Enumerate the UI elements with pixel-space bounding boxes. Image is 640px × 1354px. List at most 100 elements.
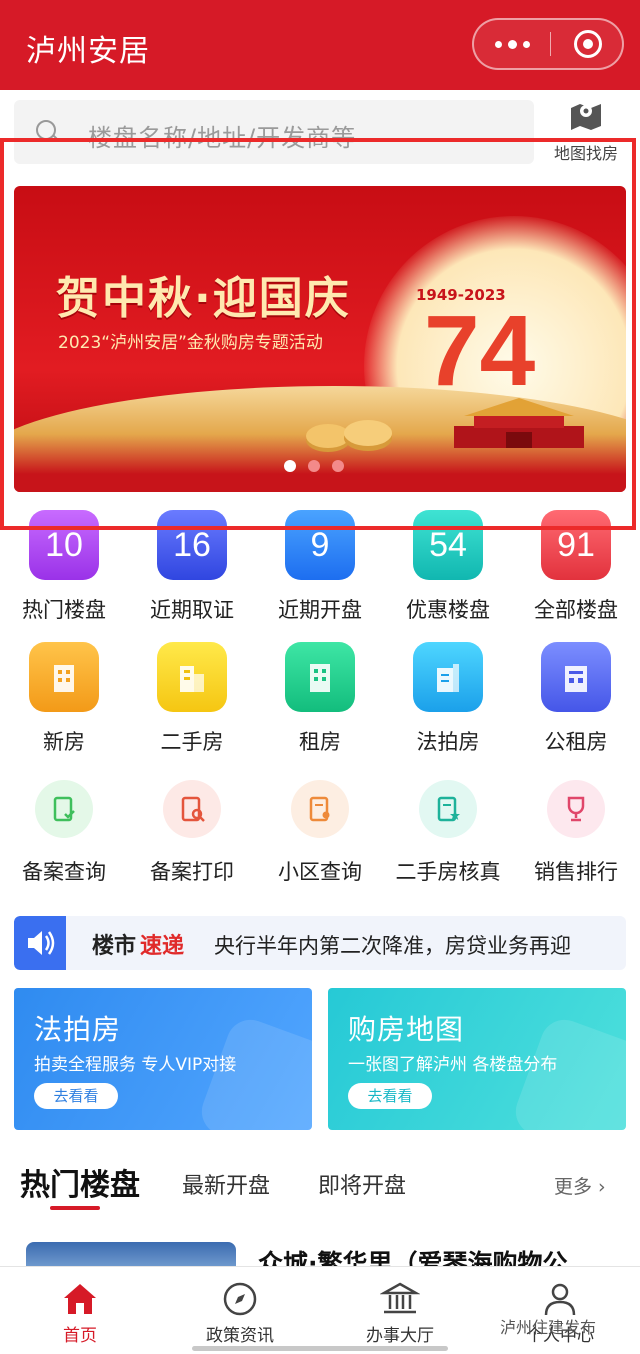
- tool-community-query[interactable]: 小区查询: [256, 780, 384, 886]
- active-tab-indicator: [50, 1206, 100, 1210]
- service-rent[interactable]: 租房: [256, 642, 384, 756]
- map-pin-icon: [571, 104, 601, 130]
- service-label: 公租房: [544, 730, 608, 754]
- home-indicator: [192, 1346, 448, 1351]
- map-search-button[interactable]: 地图找房: [548, 100, 624, 163]
- tab-upcoming[interactable]: 即将开盘: [318, 1168, 406, 1200]
- stat-label: 近期取证: [150, 598, 234, 622]
- nav-home[interactable]: 首页: [0, 1267, 160, 1354]
- compass-icon: [223, 1282, 257, 1316]
- stat-count: 16: [157, 510, 227, 580]
- promo-banner[interactable]: 贺中秋·迎国庆 2023“泸州安居”金秋购房专题活动 1949-2023 74: [14, 186, 626, 492]
- card-title: 法拍房: [34, 1013, 122, 1046]
- tool-sales-rank[interactable]: 销售排行: [512, 780, 640, 886]
- stat-hot-listings[interactable]: 10 热门楼盘: [0, 510, 128, 624]
- services-row: 新房 二手房 租房 法拍房 公租房: [0, 642, 640, 756]
- dot-icon: [494, 40, 502, 48]
- dot-icon: [522, 40, 530, 48]
- banner-title: 贺中秋·迎国庆: [56, 273, 351, 324]
- home-icon: [64, 1284, 96, 1314]
- more-link[interactable]: 更多 ›: [554, 1172, 606, 1199]
- hall-icon: [380, 1282, 420, 1314]
- verify-icon: [419, 780, 477, 838]
- news-ticker[interactable]: 楼市 速递 央行半年内第二次降准，房贷业务再迎: [14, 916, 626, 970]
- card-subtitle: 拍卖全程服务 专人VIP对接: [34, 1055, 237, 1075]
- stat-count: 91: [541, 510, 611, 580]
- service-label: 法拍房: [416, 730, 480, 754]
- banner-subtitle: 2023“泸州安居”金秋购房专题活动: [58, 333, 323, 353]
- tab-hot-listings[interactable]: 热门楼盘: [20, 1160, 140, 1204]
- tool-label: 备案打印: [150, 860, 234, 884]
- dot-icon: [507, 39, 517, 49]
- record-query-icon: [35, 780, 93, 838]
- more-options-button[interactable]: [474, 20, 550, 68]
- carousel-indicator: [284, 460, 344, 472]
- auction-card[interactable]: 法拍房 拍卖全程服务 专人VIP对接 去看看: [14, 988, 312, 1130]
- trophy-icon: [547, 780, 605, 838]
- mini-program-capsule: [472, 18, 624, 70]
- tool-record-query[interactable]: 备案查询: [0, 780, 128, 886]
- stat-all-listings[interactable]: 91 全部楼盘: [512, 510, 640, 624]
- public-housing-icon: [541, 642, 611, 712]
- news-headline[interactable]: 央行半年内第二次降准，房贷业务再迎: [214, 930, 571, 960]
- tool-verify[interactable]: 二手房核真: [384, 780, 512, 886]
- tab-new-openings[interactable]: 最新开盘: [182, 1168, 270, 1200]
- search-bar[interactable]: 楼盘名称/地址/开发商等: [14, 100, 534, 164]
- app-title: 泸州安居: [26, 34, 150, 69]
- close-mini-program-icon[interactable]: [574, 30, 602, 58]
- carousel-dot[interactable]: [308, 460, 320, 472]
- bottom-navigation: 首页 政策资讯 办事大厅 个人中心: [0, 1266, 640, 1354]
- record-print-icon: [163, 780, 221, 838]
- stat-label: 热门楼盘: [22, 598, 106, 622]
- stats-row: 10 热门楼盘 16 近期取证 9 近期开盘 54 优惠楼盘 91 全部楼盘: [0, 510, 640, 624]
- apartment-icon: [285, 642, 355, 712]
- nav-label: 政策资讯: [206, 1326, 274, 1346]
- search-icon: [36, 120, 56, 140]
- news-tag: 楼市: [92, 934, 137, 959]
- view-map-button[interactable]: 去看看: [348, 1083, 432, 1109]
- card-title: 购房地图: [348, 1013, 465, 1046]
- service-auction[interactable]: 法拍房: [384, 642, 512, 756]
- search-input[interactable]: 楼盘名称/地址/开发商等: [88, 118, 356, 153]
- service-label: 二手房: [160, 730, 224, 754]
- carousel-dot[interactable]: [332, 460, 344, 472]
- stat-label: 全部楼盘: [534, 598, 618, 622]
- stat-recent-opening[interactable]: 9 近期开盘: [256, 510, 384, 624]
- speaker-icon: [14, 916, 66, 970]
- stat-count: 54: [413, 510, 483, 580]
- service-public-rental[interactable]: 公租房: [512, 642, 640, 756]
- nav-service-hall[interactable]: 办事大厅: [320, 1267, 480, 1354]
- capsule-divider: [550, 32, 551, 56]
- stat-label: 优惠楼盘: [406, 598, 490, 622]
- service-label: 新房: [43, 730, 85, 754]
- tool-record-print[interactable]: 备案打印: [128, 780, 256, 886]
- stat-label: 近期开盘: [278, 598, 362, 622]
- mooncake-icon: [306, 420, 392, 452]
- nav-profile[interactable]: 个人中心: [480, 1267, 640, 1354]
- stat-discount-listings[interactable]: 54 优惠楼盘: [384, 510, 512, 624]
- building-icon: [29, 642, 99, 712]
- map-search-label: 地图找房: [553, 144, 618, 163]
- news-tag-highlight: 速递: [140, 934, 185, 959]
- title-bar: 泸州安居: [0, 0, 640, 90]
- service-second-hand[interactable]: 二手房: [128, 642, 256, 756]
- house-icon: [157, 642, 227, 712]
- house-map-card[interactable]: 购房地图 一张图了解泸州 各楼盘分布 去看看: [328, 988, 626, 1130]
- community-query-icon: [291, 780, 349, 838]
- court-auction-icon: [413, 642, 483, 712]
- nav-policy-news[interactable]: 政策资讯: [160, 1267, 320, 1354]
- tool-label: 备案查询: [22, 860, 106, 884]
- stat-count: 10: [29, 510, 99, 580]
- carousel-dot[interactable]: [284, 460, 296, 472]
- service-label: 租房: [299, 730, 341, 754]
- card-subtitle: 一张图了解泸州 各楼盘分布: [348, 1055, 558, 1075]
- nav-label: 办事大厅: [366, 1326, 434, 1346]
- view-auction-button[interactable]: 去看看: [34, 1083, 118, 1109]
- tool-label: 二手房核真: [395, 860, 501, 884]
- nav-label: 首页: [63, 1326, 97, 1346]
- watermark: 泸州住建发布: [500, 1318, 597, 1337]
- service-new-house[interactable]: 新房: [0, 642, 128, 756]
- tools-row: 备案查询 备案打印 小区查询 二手房核真 销售排行: [0, 780, 640, 886]
- stat-recent-certified[interactable]: 16 近期取证: [128, 510, 256, 624]
- banner-anniversary-number: 74: [424, 295, 536, 407]
